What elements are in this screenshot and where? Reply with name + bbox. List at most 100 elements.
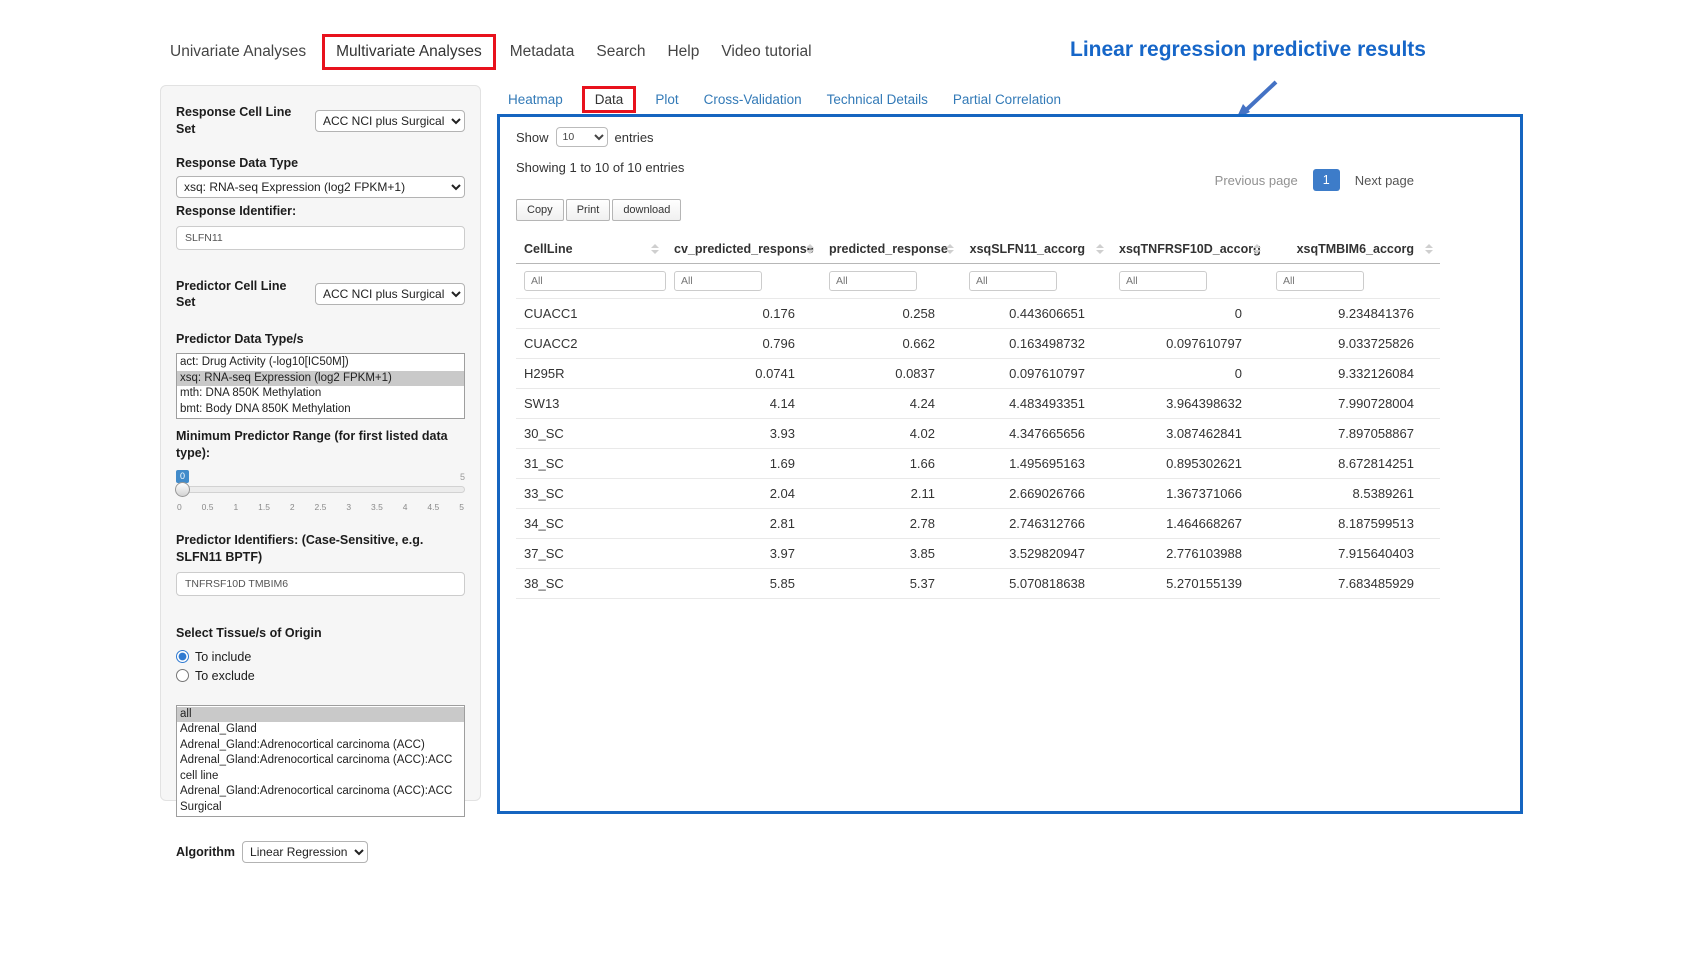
copy-button[interactable]: Copy [516, 199, 564, 221]
response-identifier-input[interactable] [176, 226, 465, 250]
column-header-cellline[interactable]: CellLine [516, 235, 666, 264]
table-row[interactable]: H295R0.07410.08370.09761079709.332126084 [516, 359, 1440, 389]
table-row[interactable]: SW134.144.244.4834933513.9643986327.9907… [516, 389, 1440, 419]
cell-value: 4.347665656 [961, 419, 1111, 449]
sort-icon[interactable] [946, 244, 954, 254]
cell-line-value: SW13 [516, 389, 666, 419]
slider-tick: 4 [403, 502, 408, 512]
cell-value: 2.669026766 [961, 479, 1111, 509]
column-header-cv-predicted-response[interactable]: cv_predicted_response [666, 235, 821, 264]
cell-value: 9.033725826 [1268, 329, 1440, 359]
download-button[interactable]: download [612, 199, 681, 221]
option-all[interactable]: all [177, 707, 464, 723]
cell-line-value: 31_SC [516, 449, 666, 479]
radio-input-to-exclude[interactable] [176, 669, 189, 682]
column-header-xsqtnfrsf10d-accorg[interactable]: xsqTNFRSF10D_accorg [1111, 235, 1268, 264]
slider-tick: 2.5 [315, 502, 327, 512]
filter-input-xsqtmbim6-accorg[interactable] [1276, 271, 1364, 291]
tab-data[interactable]: Data [582, 86, 637, 113]
nav-item-univariate-analyses[interactable]: Univariate Analyses [170, 43, 306, 61]
filter-input-predicted-response[interactable] [829, 271, 917, 291]
table-header-row: CellLinecv_predicted_responsepredicted_r… [516, 235, 1440, 264]
predictor-cell-line-set-field: Predictor Cell Line Set ACC NCI plus Sur… [176, 278, 465, 312]
predictor-cell-line-set-label: Predictor Cell Line Set [176, 278, 308, 312]
cell-value: 0.163498732 [961, 329, 1111, 359]
column-header-predicted-response[interactable]: predicted_response [821, 235, 961, 264]
radio-label: To exclude [195, 669, 255, 683]
filter-input-cv-predicted-response[interactable] [674, 271, 762, 291]
filter-input-xsqtnfrsf10d-accorg[interactable] [1119, 271, 1207, 291]
print-button[interactable]: Print [566, 199, 611, 221]
option-adrenal-gland-adrenocortical-carcinoma-acc-acc-c[interactable]: Adrenal_Gland:Adrenocortical carcinoma (… [177, 753, 464, 784]
table-row[interactable]: CUACC20.7960.6620.1634987320.0976107979.… [516, 329, 1440, 359]
option-adrenal-gland[interactable]: Adrenal_Gland [177, 722, 464, 738]
cell-value: 2.776103988 [1111, 539, 1268, 569]
algorithm-field: Algorithm Linear Regression [176, 841, 465, 863]
sort-icon[interactable] [651, 244, 659, 254]
predictor-cell-line-set-select[interactable]: ACC NCI plus Surgical [315, 283, 465, 305]
predictor-identifiers-label: Predictor Identifiers: (Case-Sensitive, … [176, 532, 465, 566]
cell-line-value: 30_SC [516, 419, 666, 449]
tab-cross-validation[interactable]: Cross-Validation [704, 92, 802, 107]
cell-value: 3.529820947 [961, 539, 1111, 569]
nav-item-multivariate-analyses[interactable]: Multivariate Analyses [322, 34, 496, 70]
tab-partial-correlation[interactable]: Partial Correlation [953, 92, 1061, 107]
option-adrenal-gland-adrenocortical-carcinoma-acc-acc-s[interactable]: Adrenal_Gland:Adrenocortical carcinoma (… [177, 784, 464, 815]
radio-input-to-include[interactable] [176, 650, 189, 663]
nav-item-video-tutorial[interactable]: Video tutorial [721, 43, 811, 61]
nav-item-metadata[interactable]: Metadata [510, 43, 575, 61]
option-bmt-body-dna-850k-methylation[interactable]: bmt: Body DNA 850K Methylation [177, 402, 464, 418]
sort-icon[interactable] [1096, 244, 1104, 254]
radio-to-include[interactable]: To include [176, 650, 465, 664]
table-row[interactable]: 33_SC2.042.112.6690267661.3673710668.538… [516, 479, 1440, 509]
column-header-xsqtmbim6-accorg[interactable]: xsqTMBIM6_accorg [1268, 235, 1440, 264]
option-act-drug-activity-log10-ic50m[interactable]: act: Drug Activity (-log10[IC50M]) [177, 355, 464, 371]
response-cell-line-set-select[interactable]: ACC NCI plus Surgical [315, 110, 465, 132]
sort-icon[interactable] [1425, 244, 1433, 254]
entries-select[interactable]: 10 [556, 127, 608, 147]
previous-page-button[interactable]: Previous page [1215, 173, 1298, 188]
table-row[interactable]: 37_SC3.973.853.5298209472.7761039887.915… [516, 539, 1440, 569]
response-data-type-label: Response Data Type [176, 155, 465, 172]
table-row[interactable]: CUACC10.1760.2580.44360665109.234841376 [516, 299, 1440, 329]
option-mth-dna-850k-methylation[interactable]: mth: DNA 850K Methylation [177, 386, 464, 402]
cell-value: 7.683485929 [1268, 569, 1440, 599]
filter-input-cellline[interactable] [524, 271, 666, 291]
table-row[interactable]: 31_SC1.691.661.4956951630.8953026218.672… [516, 449, 1440, 479]
cell-line-value: H295R [516, 359, 666, 389]
predictor-data-type-list: act: Drug Activity (-log10[IC50M])xsq: R… [176, 353, 465, 419]
sort-icon[interactable] [1253, 244, 1261, 254]
option-xsq-rna-seq-expression-log2-fpkm-1[interactable]: xsq: RNA-seq Expression (log2 FPKM+1) [177, 371, 464, 387]
table-row[interactable]: 30_SC3.934.024.3476656563.0874628417.897… [516, 419, 1440, 449]
table-row[interactable]: 34_SC2.812.782.7463127661.4646682678.187… [516, 509, 1440, 539]
tab-heatmap[interactable]: Heatmap [508, 92, 563, 107]
tab-plot[interactable]: Plot [655, 92, 678, 107]
filter-input-xsqslfn11-accorg[interactable] [969, 271, 1057, 291]
option-adrenal-gland-adrenocortical-carcinoma-acc[interactable]: Adrenal_Gland:Adrenocortical carcinoma (… [177, 738, 464, 754]
cell-value: 0.097610797 [1111, 329, 1268, 359]
nav-item-help[interactable]: Help [667, 43, 699, 61]
table-row[interactable]: 38_SC5.855.375.0708186385.2701551397.683… [516, 569, 1440, 599]
sort-icon[interactable] [806, 244, 814, 254]
column-header-xsqslfn11-accorg[interactable]: xsqSLFN11_accorg [961, 235, 1111, 264]
cell-value: 4.24 [821, 389, 961, 419]
slider-tick: 1.5 [258, 502, 270, 512]
nav-item-search[interactable]: Search [596, 43, 645, 61]
tab-technical-details[interactable]: Technical Details [827, 92, 928, 107]
next-page-button[interactable]: Next page [1355, 173, 1414, 188]
results-table: CellLinecv_predicted_responsepredicted_r… [516, 235, 1440, 599]
slider-max-label: 5 [460, 471, 465, 483]
radio-to-exclude[interactable]: To exclude [176, 669, 465, 683]
response-data-type-select[interactable]: xsq: RNA-seq Expression (log2 FPKM+1) [176, 176, 465, 198]
result-tabs: Heatmap Data Plot Cross-Validation Technical… [508, 86, 1061, 113]
results-panel: Show 10 entries Showing 1 to 10 of 10 en… [497, 114, 1523, 814]
slider-handle[interactable] [175, 482, 190, 497]
cell-line-value: 37_SC [516, 539, 666, 569]
slider-track[interactable] [176, 486, 465, 493]
cell-value: 2.81 [666, 509, 821, 539]
tissue-radio-group: To include To exclude [176, 650, 465, 683]
page-number-button[interactable]: 1 [1313, 169, 1340, 191]
predictor-identifiers-input[interactable] [176, 572, 465, 596]
top-nav: Univariate Analyses Multivariate Analyses… [170, 34, 834, 70]
algorithm-select[interactable]: Linear Regression [242, 841, 368, 863]
